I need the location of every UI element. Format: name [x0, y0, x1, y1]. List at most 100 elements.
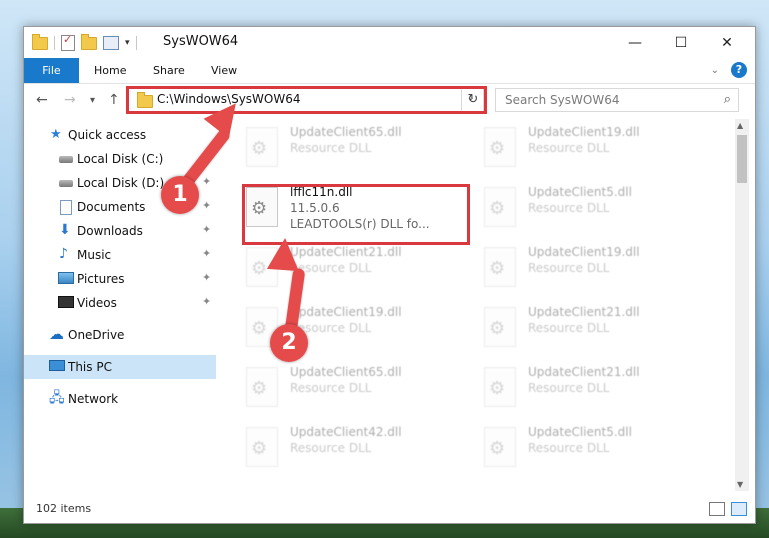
dll-file-icon: ⚙	[246, 127, 278, 167]
file-type: Resource DLL	[290, 381, 372, 395]
help-icon[interactable]: ?	[731, 62, 747, 78]
sidebar-item-label: Videos	[77, 296, 117, 310]
close-button[interactable]: ✕	[704, 27, 750, 58]
title-bar: ▾ SysWOW64 — ☐ ✕	[24, 27, 755, 58]
new-folder-icon[interactable]	[81, 33, 97, 50]
callout-badge-2: 2	[270, 324, 308, 362]
expand-ribbon-icon[interactable]: ⌄	[711, 65, 719, 76]
tab-home[interactable]: Home	[94, 58, 126, 83]
sidebar-item-pictures[interactable]: Pictures ✦	[24, 267, 216, 291]
dll-file-icon: ⚙	[484, 427, 516, 467]
minimize-button[interactable]: —	[612, 27, 658, 58]
list-item[interactable]: ⚙ UpdateClient19.dll Resource DLL	[472, 123, 702, 179]
dll-file-icon: ⚙	[484, 247, 516, 287]
list-item[interactable]: ⚙ UpdateClient5.dll Resource DLL	[472, 423, 702, 479]
up-button[interactable]: ↑	[108, 92, 120, 108]
network-icon: 🖧	[49, 390, 65, 406]
file-type: Resource DLL	[290, 441, 372, 455]
file-type: Resource DLL	[528, 201, 610, 215]
item-count: 102 items	[36, 502, 92, 515]
documents-icon	[60, 200, 72, 215]
sidebar-item-local-disk-c[interactable]: Local Disk (C:) ✦	[24, 147, 216, 171]
tab-share[interactable]: Share	[153, 58, 185, 83]
sidebar-item-onedrive[interactable]: ☁ OneDrive	[24, 323, 216, 347]
sidebar-item-network[interactable]: 🖧 Network	[24, 387, 216, 411]
search-icon: ⌕	[723, 92, 731, 107]
file-type: Resource DLL	[528, 321, 610, 335]
sidebar-item-label: Local Disk (D:)	[77, 176, 165, 190]
separator	[135, 36, 137, 50]
file-name: UpdateClient5.dll	[528, 185, 632, 199]
scroll-up-icon[interactable]: ▲	[737, 121, 743, 130]
back-button[interactable]: ←	[36, 92, 48, 108]
maximize-button[interactable]: ☐	[658, 27, 704, 58]
star-icon: ★	[50, 127, 62, 142]
file-name: UpdateClient42.dll	[290, 425, 402, 439]
vertical-scrollbar[interactable]: ▲ ▼	[735, 119, 749, 491]
sidebar-item-label: Local Disk (C:)	[77, 152, 164, 166]
search-input[interactable]: Search SysWOW64	[505, 93, 619, 107]
properties-icon[interactable]	[61, 33, 75, 51]
pin-icon: ✦	[202, 247, 212, 260]
recent-locations-button[interactable]: ▾	[90, 95, 95, 106]
file-name: UpdateClient21.dll	[528, 365, 640, 379]
file-highlight-box	[242, 184, 470, 245]
list-item[interactable]: ⚙ UpdateClient42.dll Resource DLL	[234, 423, 464, 479]
onedrive-icon: ☁	[49, 325, 64, 343]
sidebar-item-label: Network	[68, 392, 119, 406]
sidebar-item-music[interactable]: ♪ Music ✦	[24, 243, 216, 267]
file-name: UpdateClient5.dll	[528, 425, 632, 439]
pin-icon: ✦	[202, 223, 212, 236]
pin-icon: ✦	[202, 175, 212, 188]
file-name: UpdateClient65.dll	[290, 125, 402, 139]
file-type: Resource DLL	[528, 381, 610, 395]
callout-arrow-2-head	[266, 236, 302, 272]
dll-file-icon: ⚙	[246, 427, 278, 467]
list-item[interactable]: ⚙ UpdateClient65.dll Resource DLL	[234, 363, 464, 419]
status-bar: 102 items	[24, 499, 755, 521]
view-icon[interactable]	[103, 36, 119, 50]
list-item[interactable]: ⚙ UpdateClient19.dll Resource DLL	[234, 303, 464, 359]
dll-file-icon: ⚙	[484, 367, 516, 407]
drive-icon	[59, 180, 73, 187]
sidebar-item-quick-access[interactable]: ★ Quick access	[24, 123, 216, 147]
pictures-icon	[58, 272, 74, 284]
customize-qat-icon[interactable]: ▾	[125, 38, 130, 48]
list-item[interactable]: ⚙ UpdateClient65.dll Resource DLL	[234, 123, 464, 179]
file-type: Resource DLL	[528, 441, 610, 455]
dll-file-icon: ⚙	[246, 367, 278, 407]
sidebar-item-downloads[interactable]: ⬇ Downloads ✦	[24, 219, 216, 243]
sidebar-item-label: OneDrive	[68, 328, 125, 342]
this-pc-icon	[49, 360, 65, 371]
downloads-icon: ⬇	[59, 222, 71, 238]
file-type: Resource DLL	[528, 261, 610, 275]
list-item[interactable]: ⚙ UpdateClient21.dll Resource DLL	[472, 303, 702, 359]
music-icon: ♪	[59, 246, 68, 262]
list-item[interactable]: ⚙ UpdateClient21.dll Resource DLL	[472, 363, 702, 419]
list-item[interactable]: ⚙ UpdateClient19.dll Resource DLL	[472, 243, 702, 299]
forward-button[interactable]: →	[64, 92, 76, 108]
file-name: UpdateClient19.dll	[528, 245, 640, 259]
sidebar-item-label: Music	[77, 248, 112, 262]
file-name: UpdateClient19.dll	[290, 305, 402, 319]
tiles-view-icon[interactable]	[731, 502, 747, 516]
scroll-down-icon[interactable]: ▼	[737, 480, 743, 489]
search-box[interactable]: Search SysWOW64 ⌕	[495, 88, 739, 112]
dll-file-icon: ⚙	[484, 187, 516, 227]
tab-file[interactable]: File	[24, 58, 79, 83]
folder-icon	[32, 33, 48, 50]
details-view-icon[interactable]	[709, 502, 725, 516]
list-item[interactable]: ⚙ UpdateClient5.dll Resource DLL	[472, 183, 702, 239]
file-type: Resource DLL	[528, 141, 610, 155]
scrollbar-thumb[interactable]	[737, 135, 747, 183]
separator	[54, 36, 55, 50]
ribbon-tabs: File Home Share View ⌄ ?	[24, 58, 755, 84]
sidebar-item-videos[interactable]: Videos ✦	[24, 291, 216, 315]
sidebar-item-label: Documents	[77, 200, 146, 214]
tab-view[interactable]: View	[211, 58, 237, 83]
sidebar-item-this-pc[interactable]: This PC	[24, 355, 216, 379]
pin-icon: ✦	[202, 199, 212, 212]
pin-icon: ✦	[202, 271, 212, 284]
file-name: UpdateClient21.dll	[290, 245, 402, 259]
file-name: UpdateClient65.dll	[290, 365, 402, 379]
